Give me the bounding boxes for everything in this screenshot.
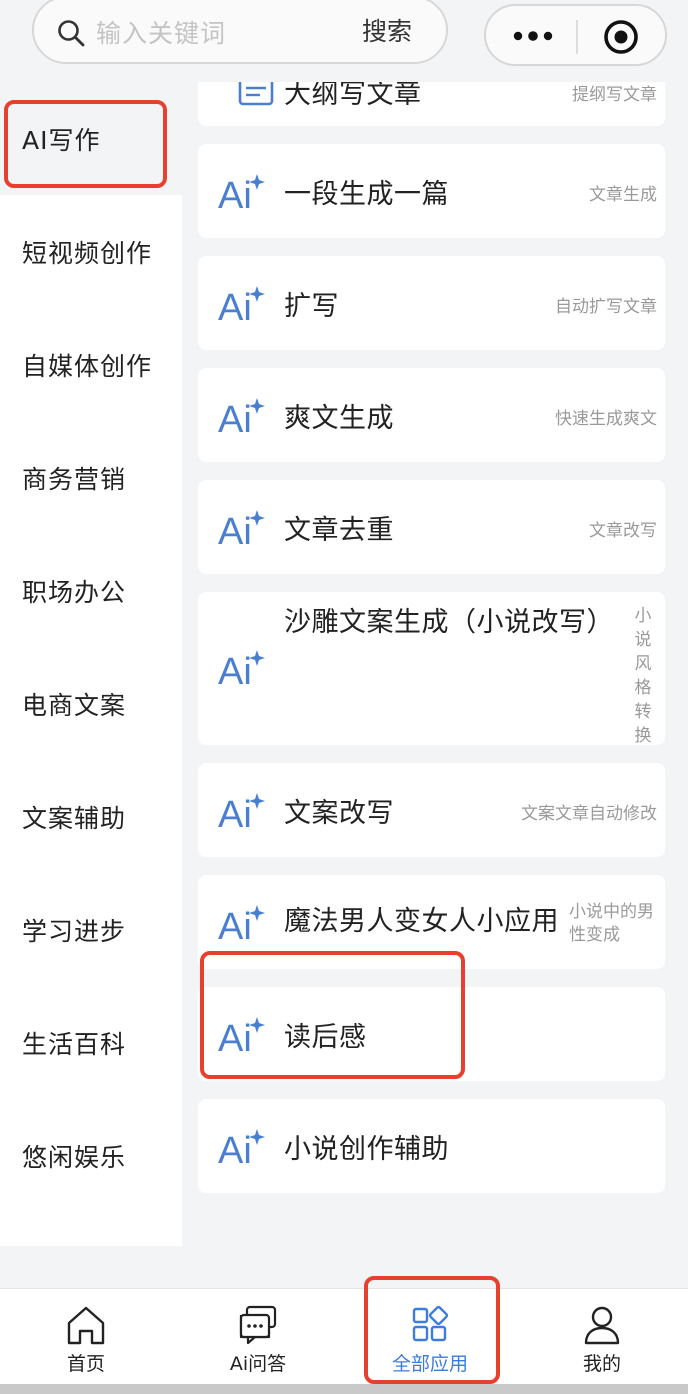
tool-subtitle: 快速生成爽文 <box>555 409 657 429</box>
ai-sparkle-icon: Ai <box>218 398 265 436</box>
tool-card[interactable]: Ai 小说创作辅助 <box>198 1099 665 1193</box>
ai-sparkle-icon: Ai <box>218 510 265 548</box>
ai-sparkle-icon: Ai <box>218 174 265 212</box>
apps-grid-icon <box>412 1305 449 1342</box>
bottom-edge-strip <box>0 1384 688 1394</box>
tool-card[interactable]: Ai 爽文生成 快速生成爽文 <box>198 368 665 462</box>
sidebar-item-study[interactable]: 学习进步 <box>0 873 182 986</box>
tool-subtitle: 提纲写文章 <box>572 85 657 105</box>
tool-title: 扩写 <box>284 291 339 322</box>
ai-sparkle-icon: Ai <box>218 1017 265 1055</box>
sidebar-item-label: 悠闲娱乐 <box>22 1142 127 1172</box>
svg-text:Ai: Ai <box>218 906 252 943</box>
sidebar-item-label: 学习进步 <box>22 916 127 946</box>
tool-title: 文章去重 <box>284 515 394 546</box>
tool-subtitle: 文章改写 <box>589 521 657 541</box>
ai-sparkle-icon: Ai <box>218 905 265 943</box>
sidebar-item-label: 商务营销 <box>22 464 127 494</box>
tool-card[interactable]: Ai 读后感 <box>198 987 665 1081</box>
tool-title: 小说创作辅助 <box>284 1134 449 1165</box>
sidebar-item-label: 文案辅助 <box>22 803 127 833</box>
svg-text:Ai: Ai <box>218 511 252 548</box>
tab-home[interactable]: 首页 <box>0 1289 172 1385</box>
tool-title: 魔法男人变女人小应用 <box>284 906 559 937</box>
capsule-divider <box>576 20 578 54</box>
svg-text:Ai: Ai <box>218 651 252 688</box>
sidebar-item-ecommerce-copy[interactable]: 电商文案 <box>0 647 182 760</box>
svg-text:Ai: Ai <box>218 1018 252 1055</box>
sidebar-item-label: AI写作 <box>22 125 101 155</box>
search-bar[interactable]: 输入关键词 搜索 <box>32 0 448 64</box>
tool-title: 爽文生成 <box>284 403 394 434</box>
tool-subtitle: 文章生成 <box>589 185 657 205</box>
tab-label: Ai问答 <box>229 1353 287 1375</box>
chat-icon <box>239 1305 277 1345</box>
tab-label: 全部应用 <box>391 1353 468 1375</box>
ai-sparkle-icon: Ai <box>218 793 265 831</box>
tab-label: 首页 <box>66 1353 105 1375</box>
user-icon <box>584 1306 620 1345</box>
sidebar-item-office[interactable]: 职场办公 <box>0 534 182 647</box>
sidebar-item-label: 职场办公 <box>22 577 127 607</box>
sidebar-item-label: 自媒体创作 <box>22 351 153 381</box>
sidebar-item-self-media[interactable]: 自媒体创作 <box>0 308 182 421</box>
svg-text:Ai: Ai <box>218 1130 252 1167</box>
home-icon <box>67 1306 105 1345</box>
svg-text:Ai: Ai <box>218 794 252 831</box>
sidebar-item-leisure[interactable]: 悠闲娱乐 <box>0 1099 182 1212</box>
tool-subtitle: 小说中的男性变成 <box>569 902 654 945</box>
tool-card[interactable]: Ai 扩写 自动扩写文章 <box>198 256 665 350</box>
sidebar-item-label: 短视频创作 <box>22 238 153 268</box>
tool-title: 文案改写 <box>284 798 394 829</box>
tool-title: 沙雕文案生成（小说改写） <box>284 607 614 638</box>
sidebar-item-label: 生活百科 <box>22 1029 127 1059</box>
top-bar: 输入关键词 搜索 <box>0 0 688 82</box>
ai-sparkle-icon: Ai <box>218 650 265 688</box>
target-circle-icon[interactable] <box>602 18 640 56</box>
tool-list: 大纲写文章 提纲写文章 Ai 一段生成一篇 文章生成 Ai 扩写 自动扩写文章 … <box>182 82 688 1246</box>
tool-title: 大纲写文章 <box>284 82 422 110</box>
tool-card[interactable]: Ai 一段生成一篇 文章生成 <box>198 144 665 238</box>
sidebar-item-ai-writing[interactable]: AI写作 <box>0 82 182 195</box>
tool-card[interactable]: Ai 沙雕文案生成（小说改写） 小说风格转换 <box>198 592 665 746</box>
sidebar-item-life[interactable]: 生活百科 <box>0 986 182 1099</box>
ai-sparkle-icon: Ai <box>218 1129 265 1167</box>
tool-title: 读后感 <box>284 1022 367 1053</box>
sidebar-item-short-video[interactable]: 短视频创作 <box>0 195 182 308</box>
svg-text:Ai: Ai <box>218 399 252 436</box>
tool-subtitle: 自动扩写文章 <box>555 297 657 317</box>
tool-card[interactable]: Ai 文案改写 文案文章自动修改 <box>198 763 665 857</box>
tool-card-partial[interactable]: 大纲写文章 提纲写文章 <box>198 82 665 126</box>
more-dots-icon[interactable] <box>510 24 556 48</box>
tab-ai-qa[interactable]: Ai问答 <box>172 1289 344 1385</box>
tab-label: 我的 <box>582 1353 621 1375</box>
search-icon <box>58 20 85 47</box>
sidebar-item-label: 电商文案 <box>22 690 127 720</box>
tool-title: 一段生成一篇 <box>284 179 449 210</box>
ai-sparkle-icon: Ai <box>218 286 265 324</box>
search-input[interactable]: 输入关键词 <box>96 14 226 50</box>
bottom-tab-bar: 首页 Ai问答 全部应用 我的 <box>0 1288 688 1394</box>
miniapp-capsule <box>484 4 667 66</box>
tool-card[interactable]: Ai 魔法男人变女人小应用 小说中的男性变成 <box>198 875 665 969</box>
document-icon <box>238 82 274 106</box>
svg-text:Ai: Ai <box>218 287 252 324</box>
sidebar-item-copy-assist[interactable]: 文案辅助 <box>0 760 182 873</box>
tool-subtitle: 文案文章自动修改 <box>521 804 657 824</box>
tab-profile[interactable]: 我的 <box>516 1289 688 1385</box>
tab-all-apps[interactable]: 全部应用 <box>344 1289 516 1385</box>
svg-text:Ai: Ai <box>218 175 252 212</box>
search-button[interactable]: 搜索 <box>362 12 412 48</box>
category-sidebar: AI写作 短视频创作 自媒体创作 商务营销 职场办公 电商文案 文案辅助 学习进… <box>0 82 182 1246</box>
sidebar-item-business-marketing[interactable]: 商务营销 <box>0 421 182 534</box>
tool-subtitle: 小说风格转换 <box>634 606 652 746</box>
tool-card[interactable]: Ai 文章去重 文章改写 <box>198 480 665 574</box>
